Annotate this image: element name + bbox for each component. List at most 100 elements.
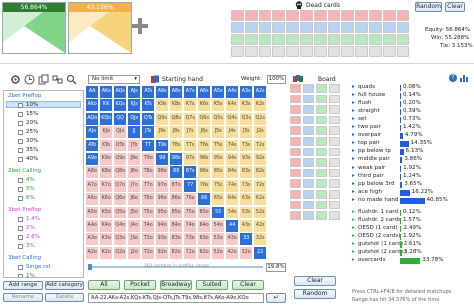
range-list-item[interactable]: 2% bbox=[26, 225, 35, 231]
hand-cell[interactable]: KK bbox=[100, 99, 114, 113]
range-list-item[interactable]: 25% bbox=[26, 129, 38, 135]
hand-cell[interactable]: A6s bbox=[198, 86, 212, 99]
board-card-slot[interactable] bbox=[303, 168, 314, 178]
hand-cell[interactable]: 73o bbox=[184, 233, 198, 247]
board-clear-button[interactable]: Clear bbox=[294, 276, 336, 286]
hand-cell[interactable]: 99 bbox=[156, 153, 170, 166]
dead-card-slot[interactable] bbox=[272, 10, 286, 21]
expand-arrow-icon[interactable]: ▸ bbox=[352, 197, 355, 203]
hand-cell[interactable]: 54o bbox=[212, 220, 226, 233]
hand-cell[interactable]: A7s bbox=[184, 86, 198, 99]
slider-value[interactable]: 19.8% bbox=[266, 263, 286, 272]
hand-cell[interactable]: 96s bbox=[198, 153, 212, 166]
range-checkbox[interactable] bbox=[18, 157, 23, 162]
dead-cards-clear-button[interactable]: Clear bbox=[445, 2, 465, 12]
hand-cell[interactable]: 95o bbox=[156, 206, 170, 220]
board-card-slot[interactable] bbox=[290, 94, 301, 104]
hand-cell[interactable]: Q3s bbox=[240, 112, 254, 126]
board-card-slot[interactable] bbox=[290, 147, 301, 157]
hand-cell[interactable]: J4s bbox=[226, 126, 240, 140]
board-card-slot[interactable] bbox=[303, 84, 314, 93]
hand-cell[interactable]: 84o bbox=[170, 220, 184, 233]
expand-arrow-icon[interactable]: ▸ bbox=[352, 108, 355, 114]
hand-cell[interactable]: 97s bbox=[184, 153, 198, 166]
hand-cell[interactable]: T6o bbox=[142, 193, 156, 207]
hand-cell[interactable]: J8s bbox=[170, 126, 184, 140]
range-checkbox[interactable] bbox=[18, 196, 23, 201]
hand-cell[interactable]: Q7s bbox=[184, 112, 198, 126]
board-card-slot[interactable] bbox=[329, 126, 340, 135]
dead-card-slot[interactable] bbox=[396, 22, 410, 33]
hand-cell[interactable]: 74s bbox=[226, 179, 240, 193]
dead-card-slot[interactable] bbox=[313, 46, 327, 57]
hand-cell[interactable]: Q7o bbox=[114, 179, 128, 193]
hand-cell[interactable]: K6o bbox=[100, 193, 114, 207]
hand-cell[interactable]: Q9s bbox=[156, 112, 170, 126]
dead-card-slot[interactable] bbox=[368, 10, 382, 21]
expand-arrow-icon[interactable]: ▸ bbox=[352, 189, 355, 195]
dead-card-slot[interactable] bbox=[396, 46, 410, 57]
dead-card-slot[interactable] bbox=[286, 22, 299, 33]
hand-cell[interactable]: 98o bbox=[156, 166, 170, 180]
range-checkbox[interactable] bbox=[18, 121, 23, 126]
hand-cell[interactable]: TT bbox=[142, 139, 156, 153]
dead-card-slot[interactable] bbox=[368, 46, 382, 57]
range-checkbox[interactable] bbox=[18, 103, 23, 108]
board-card-slot[interactable] bbox=[290, 211, 301, 220]
board-card-slot[interactable] bbox=[303, 94, 314, 104]
hand-cell[interactable]: J7o bbox=[128, 179, 142, 193]
hand-cell[interactable]: J7s bbox=[184, 126, 198, 140]
board-card-slot[interactable] bbox=[329, 200, 340, 210]
dead-card-slot[interactable] bbox=[313, 22, 327, 33]
hand-cell[interactable]: T5s bbox=[212, 139, 226, 153]
board-card-slot[interactable] bbox=[290, 137, 301, 146]
board-card-slot[interactable] bbox=[316, 147, 327, 157]
range-group-header[interactable]: 2bet Calling bbox=[8, 168, 41, 174]
range-list-item[interactable]: 1% bbox=[26, 273, 35, 277]
range-checkbox[interactable] bbox=[18, 235, 23, 240]
hand-cell[interactable]: ATo bbox=[86, 139, 100, 153]
hand-cell[interactable]: 98s bbox=[170, 153, 184, 166]
dead-card-slot[interactable] bbox=[341, 10, 355, 21]
hand-cell[interactable]: J2s bbox=[254, 126, 268, 140]
add-player-icon[interactable] bbox=[132, 18, 148, 34]
dead-card-slot[interactable] bbox=[231, 46, 244, 57]
hand-cell[interactable]: 43o bbox=[226, 233, 240, 247]
board-card-slot[interactable] bbox=[316, 84, 327, 93]
dead-card-slot[interactable] bbox=[382, 34, 396, 45]
hand-cell[interactable]: Q5s bbox=[212, 112, 226, 126]
hand-cell[interactable]: J4o bbox=[128, 220, 142, 233]
hand-cell[interactable]: 53o bbox=[212, 233, 226, 247]
hand-cell[interactable]: Q8s bbox=[170, 112, 184, 126]
hand-cell[interactable]: AQo bbox=[86, 112, 100, 126]
clock-icon[interactable] bbox=[24, 74, 35, 85]
board-card-slot[interactable] bbox=[303, 179, 314, 188]
range-list-item[interactable]: 4% bbox=[26, 177, 35, 183]
hand-cell[interactable]: T7s bbox=[184, 139, 198, 153]
board-card-slot[interactable] bbox=[316, 168, 327, 178]
hand-cell[interactable]: KJo bbox=[100, 126, 114, 140]
hand-cell[interactable]: 52s bbox=[254, 206, 268, 220]
hand-cell[interactable]: K4s bbox=[226, 99, 240, 113]
hand-cell[interactable]: 87s bbox=[184, 166, 198, 180]
dead-card-slot[interactable] bbox=[299, 46, 313, 57]
help-icon[interactable]: ? bbox=[449, 74, 457, 82]
board-card-slot[interactable] bbox=[290, 179, 301, 188]
range-tree[interactable]: 2bet Preflop 10% 15% 20% 25% 30% 35% 40% 2bet Ca… bbox=[3, 90, 84, 278]
hand-cell[interactable]: 86o bbox=[170, 193, 184, 207]
range-list-item[interactable]: 30% bbox=[26, 138, 38, 144]
hand-cell[interactable]: K6s bbox=[198, 99, 212, 113]
hand-cell[interactable]: T9s bbox=[156, 139, 170, 153]
hand-cell[interactable]: J8o bbox=[128, 166, 142, 180]
dead-card-slot[interactable] bbox=[382, 46, 396, 57]
hand-cell[interactable]: KJs bbox=[128, 99, 142, 113]
hand-cell[interactable]: 63s bbox=[240, 193, 254, 207]
expand-arrow-icon[interactable]: ▸ bbox=[352, 148, 355, 154]
weight-input[interactable]: 100% bbox=[267, 75, 286, 84]
hand-cell[interactable]: 73s bbox=[240, 179, 254, 193]
filter-button-clear[interactable]: Clear bbox=[232, 280, 264, 290]
hand-cell[interactable]: K3s bbox=[240, 99, 254, 113]
expand-arrow-icon[interactable]: ▸ bbox=[352, 132, 355, 138]
dead-card-slot[interactable] bbox=[231, 34, 244, 45]
hand-cell[interactable]: QJo bbox=[114, 126, 128, 140]
